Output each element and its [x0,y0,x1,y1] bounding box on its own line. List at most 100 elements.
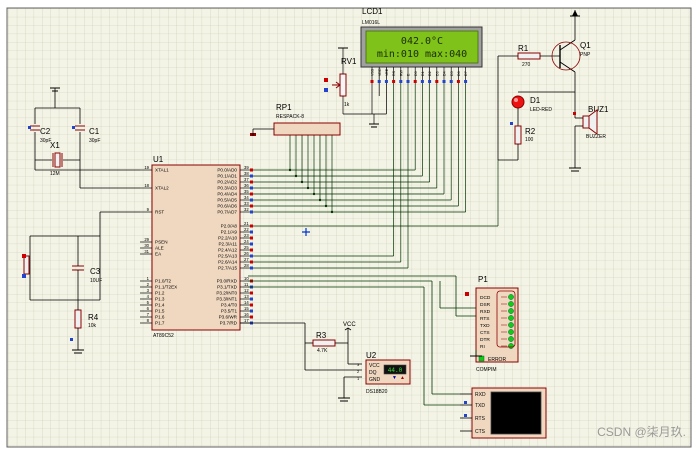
u1-pin-probe [250,224,253,228]
u2-reading: 44.0 [388,367,403,374]
vt-pin-rxd: RXD [475,392,486,398]
lcd-pin-probe [377,80,381,83]
u1-pin-probe [250,248,253,252]
u1-pin-num: 23 [244,233,249,238]
rp1-body [273,122,341,136]
u1-pin-probe [250,192,253,196]
p1-pin-led [508,315,514,321]
rp1-ref: RP1 [276,103,292,112]
u1-pin-name: P2.1/A9 [221,230,238,235]
q1-ref: Q1 [580,41,591,50]
u1-pin-name: P3.5/T1 [221,309,238,314]
u1-pin-num: 35 [244,189,249,194]
u1-pin-num: 27 [244,257,249,262]
lcd-pin-label: D6 [457,71,461,76]
d1-ref: D1 [530,96,541,105]
lcd-pin-label: D0 [414,71,418,76]
u1-pin-probe [250,254,253,258]
rv1-probe-bottom [324,88,328,92]
r2-ref: R2 [525,127,536,136]
lcd1-line2: min:010 max:040 [377,49,467,60]
p1-pin-cts: CTS [480,330,490,336]
u1-pin-probe [250,242,253,246]
rp1-part: RESPACK-8 [276,114,304,120]
lcd-pin-label: RW [399,69,403,76]
u1-pin-num: 16 [244,312,249,317]
u1-pin-probe [250,204,253,208]
lcd1-line1: 042.0°C [401,36,443,47]
u1-pin-name: P3.3/INT1 [216,297,237,302]
p1-pin-dtr: DTR [480,337,490,343]
u1-pin-probe [250,180,253,184]
u1-pin-name: P2.4/A12 [218,248,237,253]
u1-pin-num: 10 [244,276,249,281]
sheet-grid [6,7,692,448]
p1-part: COMPIM [476,367,497,373]
u2-pin-vcc: VCC [369,363,380,369]
lcd-pin-label: D7 [464,71,468,76]
u1-right-pins: 39 P0.0/AD0 38 P0.1/AD1 37 P0.2/AD2 36 P0.3/AD3… [216,165,253,326]
u1-pin-name: P0.0/AD0 [217,168,237,173]
u1-pin-name: P1.4 [155,303,165,308]
u1-pin-num: 15 [244,306,249,311]
lcd-pin-label: RS [392,70,396,76]
u1-pin-name: P2.2/A10 [218,236,237,241]
u1-pin-name: P0.2/AD2 [217,180,237,185]
u1-pin-num: 26 [244,251,249,256]
lcd-pin-probe [392,80,396,83]
u1-pin-probe [250,198,253,202]
lcd-pin-label: D2 [428,71,432,76]
lcd-pin-probe [435,80,439,83]
c1-ref: C1 [89,127,100,136]
x1-value: 12M [50,171,60,177]
lcd-pin-label: VEE [385,68,389,76]
u1-pin-probe [250,309,253,313]
u1-pin-name: P0.5/AD5 [217,198,237,203]
d1-led [511,95,525,109]
u1-pin-probe [250,266,253,270]
u1-pin-name: P3.0/RXD [217,279,238,284]
r2-value: 100 [525,137,534,143]
buz1-part: BUZZER [586,134,606,140]
u1[interactable]: U1 19XTAL118XTAL29RST29PSEN30ALE31EA1P1.… [140,155,253,339]
u1-pin-num: 30 [144,243,149,248]
p1-error-label: ERROR [488,357,506,363]
u2-pin-dq: DQ [369,370,377,376]
lcd-pin-label: VSS [371,68,375,76]
u2-up-arrow[interactable]: ▲ [400,375,405,381]
r3-value: 4.7K [317,348,328,354]
u1-pin-name: P1.3 [155,297,165,302]
u2-down-arrow[interactable]: ▼ [392,375,397,381]
rv1-body [339,73,347,97]
lcd-pin-probe [428,80,432,83]
u1-pin-num: 28 [244,263,249,268]
rv1-value: 1k [344,102,350,108]
x1-ref: X1 [50,141,60,150]
lcd-pin-probe [384,80,388,83]
u1-pin-num: 32 [244,207,249,212]
rv1-ref: RV1 [341,57,357,66]
u1-pin-num: 39 [244,165,249,170]
p1-pin-led [508,336,514,342]
p1-pin-led [508,308,514,314]
u1-pin-name: P0.1/AD1 [217,174,237,179]
u1-pin-name: P3.1/TXD [217,285,238,290]
u1-pin-name: P3.7/RD [220,321,238,326]
p1-pin-led [508,329,514,335]
vt-pin-rts: RTS [475,416,486,422]
u1-pin-num: 24 [244,239,249,244]
schematic-canvas[interactable]: LCD1 LM016L 042.0°C min:010 max:040 VSS V… [0,0,693,449]
q1-part: PNP [580,52,591,58]
u1-pin-name: P1.2 [155,291,165,296]
u1-pin-name: P0.7/AD7 [217,210,237,215]
rv1-probe-top [324,78,328,82]
p1-pin-rts: RTS [480,316,490,322]
u1-pin-name: P0.6/AD6 [217,204,237,209]
u1-pin-num: 29 [144,237,149,242]
virtual-terminal[interactable]: RXD TXD RTS CTS [460,387,547,439]
u1-pin-num: 18 [144,183,149,188]
reset-button[interactable] [23,255,30,275]
u1-pin-name: P1.0/T2 [155,279,172,284]
u1-ref: U1 [153,155,164,164]
u1-pin-probe [250,210,253,214]
